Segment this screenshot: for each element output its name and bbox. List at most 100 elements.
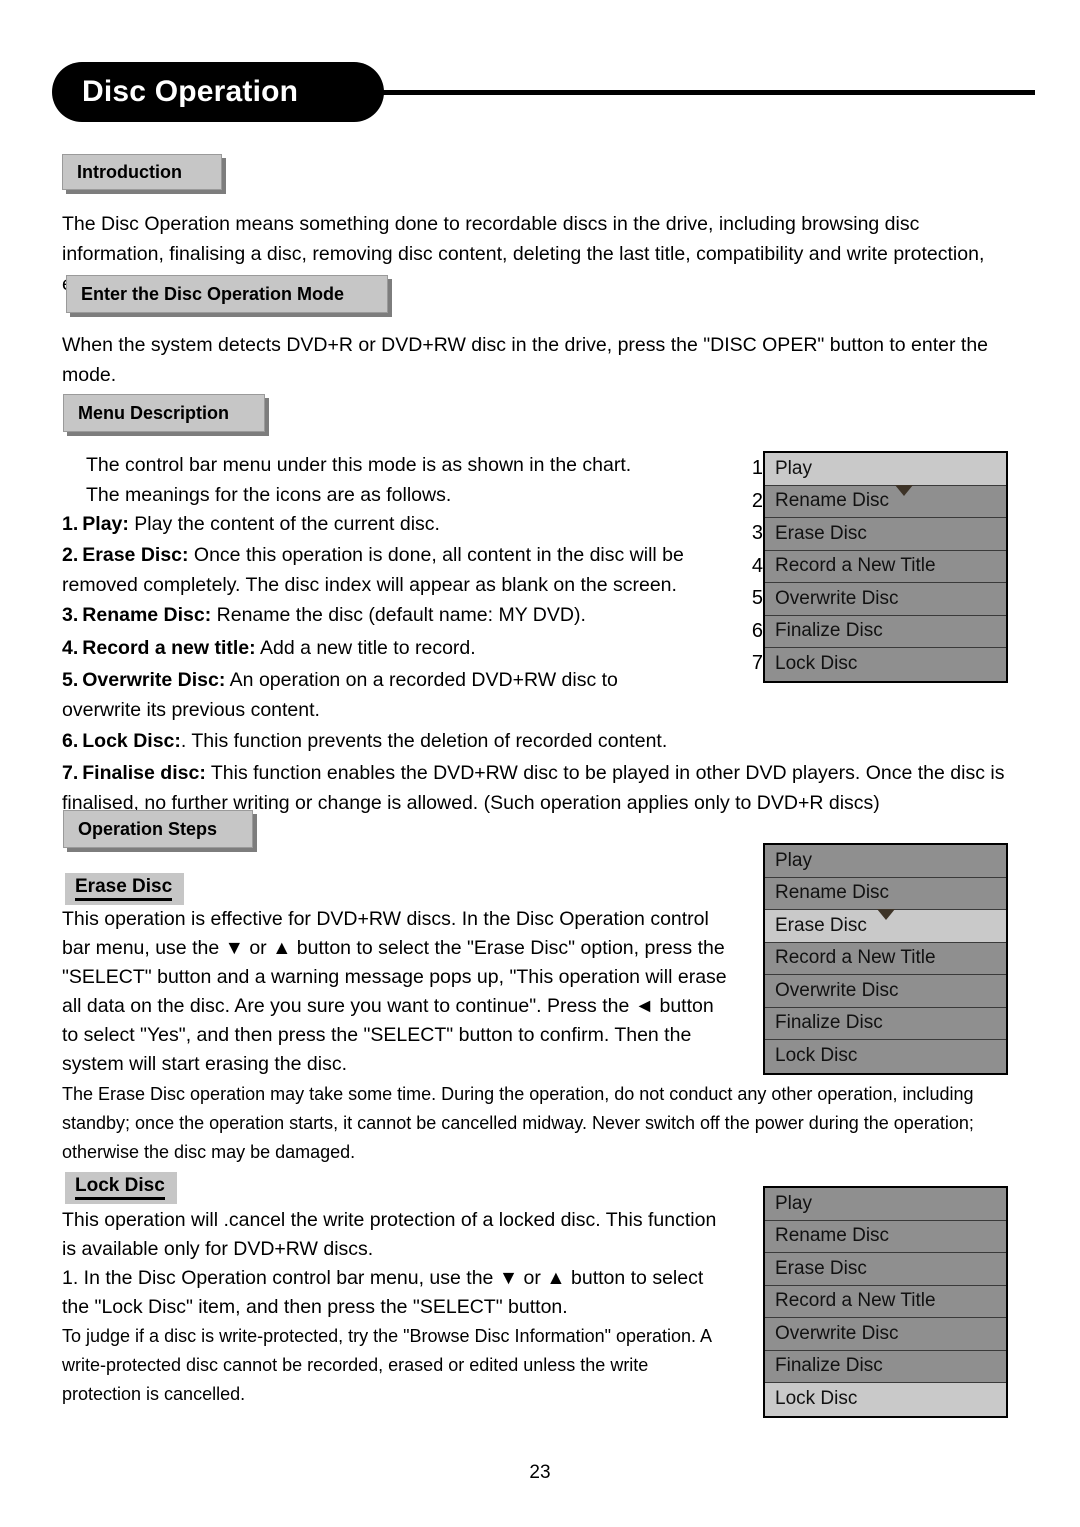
menu-item-label: Lock Disc [775,653,858,675]
menu-item-label: Overwrite Disc [775,979,899,1001]
subheading-lock-disc: Lock Disc [65,1172,177,1204]
erase-disc-note: The Erase Disc operation may take some t… [62,1084,974,1162]
menu-item-erase-disc[interactable]: Erase Disc [765,518,1006,551]
menu-item-label: Rename Disc [775,490,890,512]
menu-item-desc-7: 7. Finalise disc: This function enables t… [62,758,1010,818]
menu-item-overwrite-disc[interactable]: Overwrite Disc [765,583,1006,616]
page-title-banner: Disc Operation [52,62,384,122]
menu-item-desc-5-label: Overwrite Disc: [82,669,226,691]
section-tab-introduction: Introduction [62,154,222,190]
subheading-lock-disc-label: Lock Disc [75,1175,165,1200]
menu-item-record-a-new-title[interactable]: Record a New Title [765,942,1006,975]
menu-item-play[interactable]: Play [765,1188,1006,1221]
page-title: Disc Operation [82,75,299,108]
subheading-erase-disc: Erase Disc [65,873,185,905]
menu-item-desc-2: 2. Erase Disc: Once this operation is don… [62,540,722,600]
menu-item-label: Play [775,1192,812,1214]
menu-item-desc-1-term: 1. [62,513,79,535]
menu-item-label: Erase Disc [775,522,867,544]
menu-item-desc-4: 4. Record a new title: Add a new title to… [62,633,722,663]
header-rule [380,90,1035,95]
menu-item-label: Record a New Title [775,947,936,969]
menu-item-label: Lock Disc [775,1388,858,1410]
menu-number: 3 [751,522,763,544]
menu-item-label: Overwrite Disc [775,1322,899,1344]
menu-item-desc-1-label: Play: [82,513,129,535]
menu-item-lock-disc[interactable]: Lock Disc [765,1040,1006,1073]
lock-disc-step-1: 1. In the Disc Operation control bar men… [62,1267,704,1318]
menu-item-desc-7-label: Finalise disc: [82,762,206,784]
menu-description-intro-line2: The meanings for the icons are as follow… [86,484,452,506]
menu-number: 1 [751,457,763,479]
menu-item-desc-3-label: Rename Disc: [82,604,212,626]
subheading-erase-disc-label: Erase Disc [75,876,173,901]
menu-item-play[interactable]: Play [765,845,1006,878]
menu-number: 2 [751,489,763,512]
cursor-triangle-icon [895,484,913,496]
menu-item-desc-6-text: . This function prevents the deletion of… [180,730,668,752]
menu-number: 5 [751,587,763,609]
menu-item-label: Finalize Disc [775,620,883,642]
menu-item-play[interactable]: Play [765,453,1006,486]
control-bar-menu-3: Play Rename Disc Erase Disc Record a New… [763,1186,1008,1418]
document-page: Disc Operation Introduction The Disc Ope… [0,0,1080,1527]
menu-item-rename-disc[interactable]: Rename Disc [765,877,1006,910]
menu-item-desc-2-term: 2. [62,544,79,566]
control-bar-menu-1: Play Rename Disc Erase Disc Record a New… [763,451,1008,683]
menu-chart-1-numbers: 1 2 3 4 5 6 7 [733,452,763,680]
menu-item-desc-3-text: Rename the disc (default name: MY DVD). [211,604,586,626]
menu-item-label: Play [775,457,812,479]
menu-item-desc-2-label: Erase Disc: [82,544,189,566]
menu-item-rename-disc[interactable]: Rename Disc [765,484,1006,518]
menu-item-label: Lock Disc [775,1045,858,1067]
menu-item-desc-5: 5. Overwrite Disc: An operation on a reco… [62,665,682,725]
menu-item-desc-4-term: 4. [62,637,79,659]
menu-item-lock-disc[interactable]: Lock Disc [765,1383,1006,1416]
menu-item-overwrite-disc[interactable]: Overwrite Disc [765,1318,1006,1351]
menu-description-intro-line1: The control bar menu under this mode is … [86,454,632,476]
lock-disc-note: To judge if a disc is write-protected, t… [62,1326,712,1404]
section-tab-operation-steps: Operation Steps [63,810,253,848]
menu-item-lock-disc[interactable]: Lock Disc [765,648,1006,681]
menu-item-label: Erase Disc [775,914,867,936]
menu-item-desc-6-term: 6. [62,730,79,752]
menu-item-desc-4-text: Add a new title to record. [255,637,476,659]
menu-item-erase-disc[interactable]: Erase Disc [765,909,1006,943]
menu-item-record-a-new-title[interactable]: Record a New Title [765,550,1006,583]
lock-disc-paragraph: This operation will .cancel the write pr… [62,1209,717,1260]
menu-item-desc-1-text: Play the content of the current disc. [128,513,440,535]
menu-item-label: Finalize Disc [775,1355,883,1377]
menu-item-record-a-new-title[interactable]: Record a New Title [765,1285,1006,1318]
menu-item-label: Play [775,849,812,871]
menu-item-overwrite-disc[interactable]: Overwrite Disc [765,975,1006,1008]
menu-item-finalize-disc[interactable]: Finalize Disc [765,1007,1006,1040]
menu-item-finalize-disc[interactable]: Finalize Disc [765,615,1006,648]
menu-item-desc-7-term: 7. [62,762,79,784]
menu-item-label: Record a New Title [775,555,936,577]
menu-item-erase-disc[interactable]: Erase Disc [765,1253,1006,1286]
menu-item-rename-disc[interactable]: Rename Disc [765,1220,1006,1253]
menu-number: 6 [751,619,763,642]
control-bar-menu-2: Play Rename Disc Erase Disc Record a New… [763,843,1008,1075]
menu-item-label: Record a New Title [775,1290,936,1312]
menu-item-finalize-disc[interactable]: Finalize Disc [765,1350,1006,1383]
section-tab-menu-description: Menu Description [63,394,265,432]
menu-item-desc-5-term: 5. [62,669,79,691]
section-tab-enter-mode: Enter the Disc Operation Mode [66,275,388,313]
menu-item-desc-6-label: Lock Disc: [82,730,181,752]
menu-item-desc-3-term: 3. [62,604,79,626]
menu-item-desc-4-label: Record a new title: [82,637,256,659]
page-number: 23 [529,1462,551,1483]
menu-item-label: Rename Disc [775,882,890,904]
menu-item-label: Finalize Disc [775,1012,883,1034]
menu-item-desc-1: 1. Play: Play the content of the current … [62,509,722,539]
enter-mode-paragraph: When the system detects DVD+R or DVD+RW … [62,334,989,386]
page-header: Disc Operation [0,62,1080,124]
menu-item-label: Rename Disc [775,1225,890,1247]
cursor-triangle-icon [877,909,895,920]
menu-item-desc-3: 3. Rename Disc: Rename the disc (default … [62,600,722,630]
menu-number: 4 [751,554,763,577]
erase-disc-paragraph: This operation is effective for DVD+RW d… [62,908,727,1075]
menu-number: 7 [751,652,763,674]
menu-item-label: Overwrite Disc [775,587,899,609]
